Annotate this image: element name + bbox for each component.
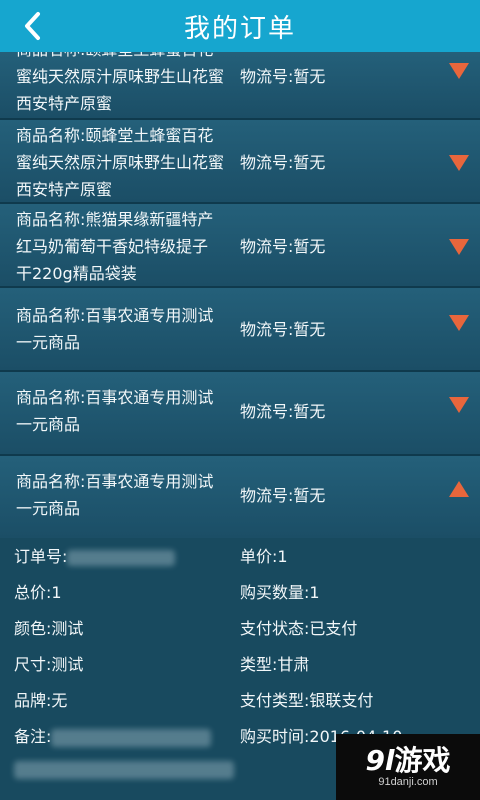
remark-continued bbox=[14, 754, 234, 784]
app-header: 我的订单 bbox=[0, 0, 480, 52]
name-line: 西安特产原蜜 bbox=[16, 94, 113, 113]
redacted-order-number bbox=[67, 549, 176, 566]
name-line: 干220g精品袋装 bbox=[16, 264, 137, 283]
name-line: 商品名称:颐蜂堂土蜂蜜百花 bbox=[16, 126, 214, 145]
total-price: 总价:1 bbox=[14, 583, 62, 602]
detail-row: 品牌:无 支付类型:银联支付 bbox=[0, 686, 480, 716]
order-item[interactable]: 商品名称:百事农通专用测试 一元商品 物流号:暂无 bbox=[0, 288, 480, 372]
expand-toggle[interactable] bbox=[444, 232, 474, 262]
logistics-number: 物流号:暂无 bbox=[240, 402, 326, 421]
order-item-expanded[interactable]: 商品名称:百事农通专用测试 一元商品 物流号:暂无 bbox=[0, 456, 480, 540]
name-line: 一元商品 bbox=[16, 499, 81, 518]
triangle-up-icon bbox=[449, 481, 469, 497]
triangle-down-icon bbox=[449, 63, 469, 79]
expand-toggle[interactable] bbox=[444, 390, 474, 420]
expand-toggle[interactable] bbox=[444, 308, 474, 338]
detail-row: 颜色:测试 支付状态:已支付 bbox=[0, 614, 480, 644]
name-line: 商品名称:百事农通专用测试 bbox=[16, 472, 214, 491]
redacted-remark bbox=[51, 728, 212, 747]
order-item-name: 商品名称:百事农通专用测试 一元商品 bbox=[16, 302, 234, 356]
triangle-down-icon bbox=[449, 239, 469, 255]
order-item[interactable]: 商品名称:颐蜂堂土蜂蜜百花 蜜纯天然原汁原味野生山花蜜 西安特产原蜜 物流号:暂… bbox=[0, 52, 480, 120]
expand-toggle[interactable] bbox=[444, 56, 474, 86]
triangle-down-icon bbox=[449, 315, 469, 331]
expand-toggle[interactable] bbox=[444, 148, 474, 178]
logistics-number: 物流号:暂无 bbox=[240, 153, 326, 172]
name-line: 商品名称:百事农通专用测试 bbox=[16, 388, 214, 407]
order-item[interactable]: 商品名称:熊猫果缘新疆特产 红马奶葡萄干香妃特级提子 干220g精品袋装 物流号… bbox=[0, 204, 480, 288]
triangle-down-icon bbox=[449, 155, 469, 171]
logistics-number: 物流号:暂无 bbox=[240, 486, 326, 505]
name-line: 西安特产原蜜 bbox=[16, 180, 113, 199]
order-item-name: 商品名称:颐蜂堂土蜂蜜百花 蜜纯天然原汁原味野生山花蜜 西安特产原蜜 bbox=[16, 52, 234, 117]
pay-status: 支付状态:已支付 bbox=[240, 619, 358, 638]
remark-label: 备注: bbox=[14, 727, 52, 746]
name-line: 红马奶葡萄干香妃特级提子 bbox=[16, 237, 209, 256]
back-button[interactable] bbox=[16, 8, 50, 44]
color-value: 颜色:测试 bbox=[14, 619, 84, 638]
watermark-logo-number: 9l bbox=[365, 744, 395, 777]
order-item-name: 商品名称:熊猫果缘新疆特产 红马奶葡萄干香妃特级提子 干220g精品袋装 bbox=[16, 206, 234, 287]
name-line: 蜜纯天然原汁原味野生山花蜜 bbox=[16, 153, 225, 172]
order-list: 商品名称:颐蜂堂土蜂蜜百花 蜜纯天然原汁原味野生山花蜜 西安特产原蜜 物流号:暂… bbox=[0, 52, 480, 540]
logistics-number: 物流号:暂无 bbox=[240, 237, 326, 256]
pay-type: 支付类型:银联支付 bbox=[240, 691, 374, 710]
size-value: 尺寸:测试 bbox=[14, 655, 84, 674]
watermark-logo-text: 游戏 bbox=[394, 744, 451, 777]
order-number-label: 订单号: bbox=[14, 547, 68, 566]
name-line: 商品名称:百事农通专用测试 bbox=[16, 306, 214, 325]
watermark-logo: 9l游戏 bbox=[365, 746, 450, 776]
name-line: 商品名称:熊猫果缘新疆特产 bbox=[16, 210, 214, 229]
name-line: 一元商品 bbox=[16, 333, 81, 352]
triangle-down-icon bbox=[449, 397, 469, 413]
detail-row: 尺寸:测试 类型:甘肃 bbox=[0, 650, 480, 680]
order-item-name: 商品名称:百事农通专用测试 一元商品 bbox=[16, 384, 234, 438]
name-line: 一元商品 bbox=[16, 415, 81, 434]
name-line: 商品名称:颐蜂堂土蜂蜜百花 bbox=[16, 52, 234, 63]
type-value: 类型:甘肃 bbox=[240, 655, 310, 674]
order-item-name: 商品名称:百事农通专用测试 一元商品 bbox=[16, 468, 234, 522]
logistics-number: 物流号:暂无 bbox=[240, 320, 326, 339]
detail-row: 总价:1 购买数量:1 bbox=[0, 578, 480, 608]
order-item[interactable]: 商品名称:百事农通专用测试 一元商品 物流号:暂无 bbox=[0, 372, 480, 456]
unit-price: 单价:1 bbox=[240, 547, 288, 566]
page-title: 我的订单 bbox=[183, 13, 296, 44]
order-item-name: 商品名称:颐蜂堂土蜂蜜百花 蜜纯天然原汁原味野生山花蜜 西安特产原蜜 bbox=[16, 122, 234, 203]
name-line: 蜜纯天然原汁原味野生山花蜜 bbox=[16, 67, 225, 86]
collapse-toggle[interactable] bbox=[444, 474, 474, 504]
remark: 备注: bbox=[14, 722, 212, 752]
chevron-left-icon bbox=[25, 12, 40, 40]
purchase-quantity: 购买数量:1 bbox=[240, 583, 320, 602]
order-item[interactable]: 商品名称:颐蜂堂土蜂蜜百花 蜜纯天然原汁原味野生山花蜜 西安特产原蜜 物流号:暂… bbox=[0, 120, 480, 204]
detail-row: 订单号: 单价:1 bbox=[0, 542, 480, 572]
brand-value: 品牌:无 bbox=[14, 691, 68, 710]
watermark-site: 91danji.com bbox=[378, 776, 438, 788]
site-watermark: 9l游戏 91danji.com bbox=[336, 734, 480, 800]
redacted-remark-line bbox=[14, 760, 234, 779]
logistics-number: 物流号:暂无 bbox=[240, 67, 326, 86]
order-number: 订单号: bbox=[14, 542, 176, 572]
